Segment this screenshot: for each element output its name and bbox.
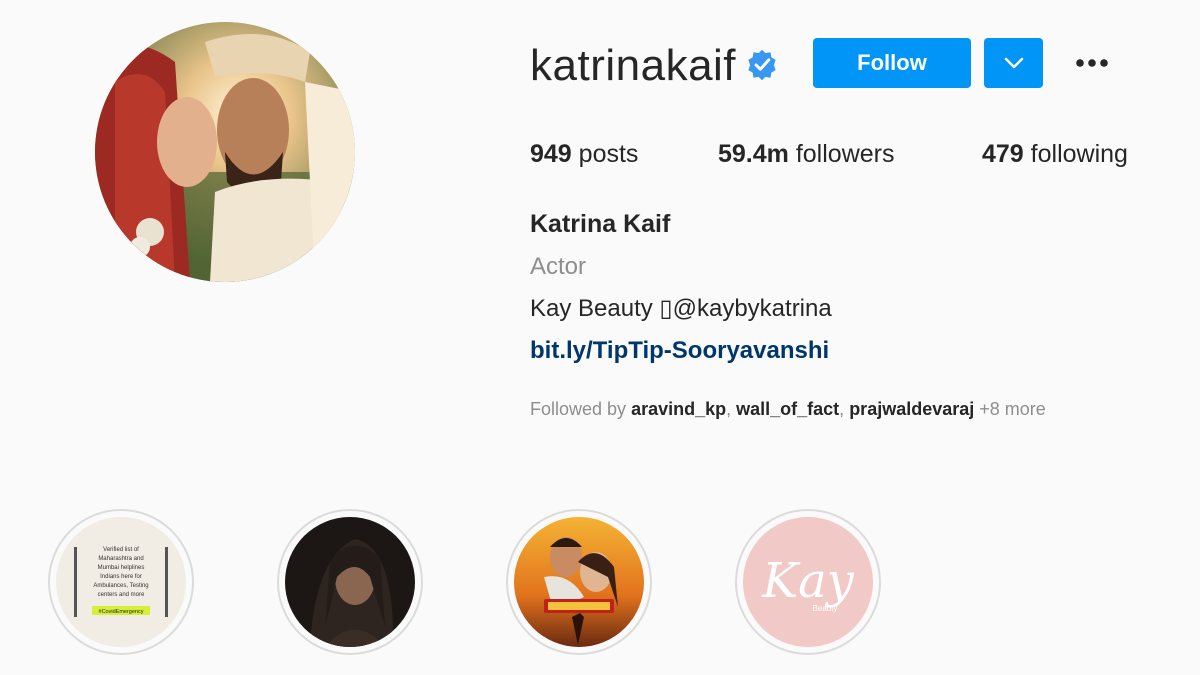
story-highlight[interactable] xyxy=(277,509,423,655)
mutual-follower-link[interactable]: wall_of_fact xyxy=(736,399,839,419)
posts-count: 949 posts xyxy=(530,140,638,169)
more-options-button[interactable] xyxy=(1070,46,1114,80)
profile-stats: 949 posts 59.4m followers 479 following xyxy=(530,140,1170,174)
follow-button[interactable]: Follow xyxy=(813,38,971,88)
highlight-logo-text: Kay xyxy=(761,553,854,609)
profile-username: katrinakaif xyxy=(530,41,737,90)
text-card-highlight: Verified list of Maharashtra and Mumbai … xyxy=(56,517,186,647)
profile-avatar[interactable] xyxy=(95,22,355,282)
profile-category: Actor xyxy=(530,253,587,280)
story-highlight[interactable]: Kay Beauty xyxy=(735,509,881,655)
chevron-down-icon xyxy=(1004,57,1023,69)
followers-count-value: 59.4m xyxy=(718,140,789,168)
followed-by-prefix: Followed by xyxy=(530,399,632,419)
followed-by-separator: , xyxy=(839,399,850,419)
highlight-cover xyxy=(514,517,644,647)
following-link[interactable]: 479 following xyxy=(982,140,1128,169)
highlight-cover xyxy=(285,517,415,647)
mutual-follower-link[interactable]: prajwaldevaraj xyxy=(849,399,974,419)
kay-beauty-logo-highlight: Kay Beauty xyxy=(743,517,873,647)
following-count-value: 479 xyxy=(982,140,1024,168)
following-count-label: following xyxy=(1023,140,1128,168)
followed-by-summary: Followed by aravind_kp, wall_of_fact, pr… xyxy=(530,399,1046,420)
followers-count-label: followers xyxy=(788,140,895,168)
highlight-line: Indians here for xyxy=(100,574,142,580)
highlight-cover: Verified list of Maharashtra and Mumbai … xyxy=(56,517,186,647)
profile-bio-text: Kay Beauty ▯@kaybykatrina xyxy=(530,295,832,322)
posts-count-value: 949 xyxy=(530,140,572,168)
highlight-line: Verified list of xyxy=(103,547,139,553)
posts-count-label: posts xyxy=(571,140,639,168)
highlight-line: centers and more xyxy=(98,592,145,598)
more-options-icon xyxy=(1076,59,1108,67)
story-highlight[interactable]: Verified list of Maharashtra and Mumbai … xyxy=(48,509,194,655)
story-highlight[interactable] xyxy=(506,509,652,655)
suggestions-dropdown-button[interactable] xyxy=(984,38,1043,88)
highlight-line: Ambulances, Testing xyxy=(93,583,148,589)
highlight-tag: #CovidEmergency xyxy=(99,609,144,615)
portrait-dark-highlight xyxy=(285,517,415,647)
highlight-line: Maharashtra and xyxy=(98,556,143,562)
profile-full-name: Katrina Kaif xyxy=(530,210,671,238)
followers-link[interactable]: 59.4m followers xyxy=(718,140,894,169)
avatar-photo xyxy=(95,22,355,282)
highlight-logo-sub: Beauty xyxy=(813,604,838,613)
mutual-follower-link[interactable]: aravind_kp xyxy=(631,399,726,419)
highlight-line: Mumbai helplines xyxy=(98,565,145,571)
followed-by-separator: , xyxy=(726,399,737,419)
more-mutual-followers-link[interactable]: +8 more xyxy=(974,399,1046,419)
movie-poster-highlight xyxy=(514,517,644,647)
kay-beauty-logo-icon: Kay Beauty xyxy=(743,517,873,647)
verified-badge-icon xyxy=(748,49,776,81)
profile-bio-link[interactable]: bit.ly/TipTip-Sooryavanshi xyxy=(530,337,829,365)
